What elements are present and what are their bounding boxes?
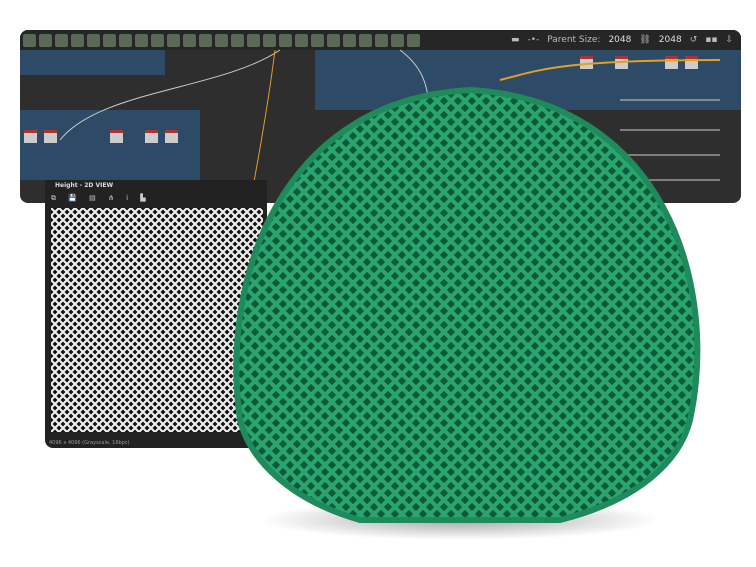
knitted-hat-render <box>233 86 701 540</box>
texture-info: 4096 x 4096 (Grayscale, 16bpc) <box>49 440 130 446</box>
